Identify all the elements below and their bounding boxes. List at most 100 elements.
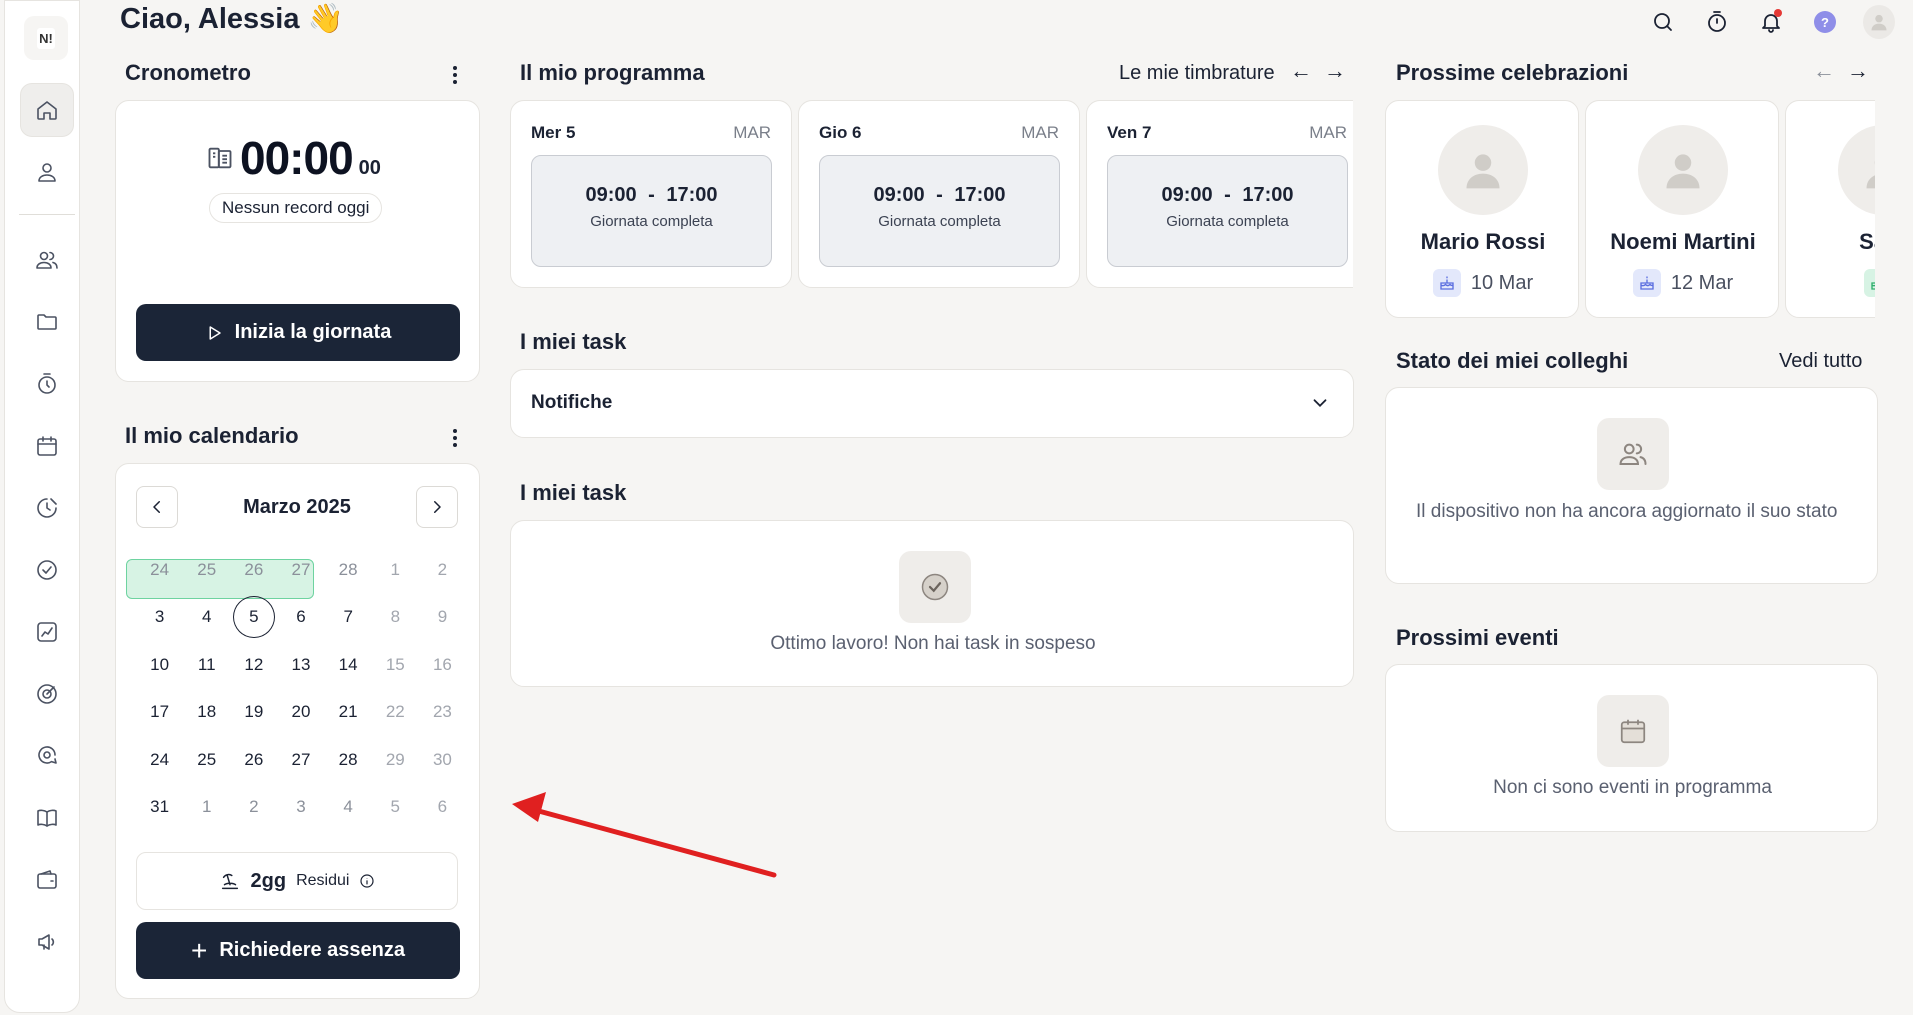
calendar-day[interactable]: 30 <box>419 750 466 770</box>
celebration-card[interactable]: Mario Rossi 10 Mar <box>1385 100 1579 318</box>
sidebar-item-documents[interactable] <box>20 295 74 349</box>
celebration-name: Mario Rossi <box>1420 229 1546 254</box>
calendar-day[interactable]: 19 <box>230 702 277 722</box>
calendar-day[interactable]: 9 <box>419 607 466 627</box>
schedule-day-month: MAR <box>1021 123 1059 142</box>
calendar-day[interactable]: 6 <box>419 797 466 817</box>
stopwatch-display: 00:00 00 <box>206 131 381 185</box>
calendar-day[interactable]: 21 <box>325 702 372 722</box>
page-title: Ciao, Alessia 👋 <box>120 3 344 35</box>
calendar-day[interactable]: 23 <box>419 702 466 722</box>
calendar-day[interactable]: 14 <box>325 655 372 675</box>
sidebar-item-feedback[interactable] <box>20 729 74 783</box>
notifications-dropdown-label: Notifiche <box>531 392 613 413</box>
sidebar-item-calendar[interactable] <box>20 419 74 473</box>
user-icon <box>1666 154 1700 189</box>
calendar-day[interactable]: 12 <box>230 655 277 675</box>
calendar-day[interactable]: 28 <box>325 750 372 770</box>
sidebar-item-reports[interactable] <box>20 481 74 535</box>
calendar-week-row: 24 25 26 27 28 29 30 <box>136 736 466 784</box>
calendar-menu-button[interactable] <box>443 424 467 452</box>
calendar-day[interactable]: 10 <box>136 655 183 675</box>
calendar-day[interactable]: 11 <box>183 655 230 675</box>
calendar-day[interactable]: 24 <box>136 750 183 770</box>
calendar-day[interactable]: 28 <box>325 560 372 580</box>
sidebar-item-analytics[interactable] <box>20 605 74 659</box>
calendar-day[interactable]: 1 <box>372 560 419 580</box>
notifications-dropdown[interactable]: Notifiche <box>510 369 1354 438</box>
calendar-day[interactable]: 4 <box>325 797 372 817</box>
see-all-link[interactable]: Vedi tutto <box>1779 350 1862 373</box>
sidebar-item-wallet[interactable] <box>20 853 74 907</box>
calendar-day[interactable]: 26 <box>230 560 277 580</box>
calendar-day[interactable]: 5 <box>372 797 419 817</box>
calendar-day[interactable]: 17 <box>136 702 183 722</box>
schedule-day-card[interactable]: Mer 5 MAR 09:00 - 17:00 Giornata completa <box>510 100 792 288</box>
megaphone-icon <box>38 934 55 950</box>
calendar-day[interactable]: 3 <box>277 797 324 817</box>
folder-icon <box>37 314 57 330</box>
calendar-day[interactable]: 6 <box>277 607 324 627</box>
app-logo[interactable]: N! <box>24 16 68 60</box>
calendar-day[interactable]: 3 <box>136 607 183 627</box>
calendar-day[interactable]: 22 <box>372 702 419 722</box>
calendar-day[interactable]: 13 <box>277 655 324 675</box>
request-absence-button[interactable]: + Richiedere assenza <box>136 922 460 979</box>
calendar-today[interactable]: 5 <box>233 596 275 639</box>
schedule-slot[interactable]: 09:00 - 17:00 Giornata completa <box>819 155 1060 267</box>
stopwatch-menu-button[interactable] <box>443 61 467 89</box>
info-icon[interactable] <box>359 873 375 889</box>
sidebar-item-goals[interactable] <box>20 667 74 721</box>
start-day-button[interactable]: Inizia la giornata <box>136 304 460 361</box>
calendar-day[interactable]: 2 <box>230 797 277 817</box>
calendar-day[interactable]: 16 <box>419 655 466 675</box>
sidebar-item-time[interactable] <box>20 357 74 411</box>
celebration-date-row: 12 Mar <box>1586 269 1778 297</box>
celebration-card[interactable]: Noemi Martini 12 Mar <box>1585 100 1779 318</box>
schedule-slot[interactable]: 09:00 - 17:00 Giornata completa <box>531 155 772 267</box>
sidebar-item-team[interactable] <box>20 233 74 287</box>
schedule-day-card[interactable]: Ven 7 MAR 09:00 - 17:00 Giornata completa <box>1086 100 1353 288</box>
calendar-day[interactable]: 7 <box>325 607 372 627</box>
calendar-day[interactable]: 25 <box>183 560 230 580</box>
schedule-day-card[interactable]: Gio 6 MAR 09:00 - 17:00 Giornata completa <box>798 100 1080 288</box>
calendar-week-row: 10 11 12 13 14 15 16 <box>136 641 466 689</box>
schedule-days: Mer 5 MAR 09:00 - 17:00 Giornata completa Gi… <box>510 0 1353 300</box>
avatar <box>1638 125 1728 215</box>
sidebar-item-learning[interactable] <box>20 791 74 845</box>
calendar-day[interactable]: 4 <box>183 607 230 627</box>
badge-icon <box>208 147 232 169</box>
celebration-card[interactable]: Sara <box>1785 100 1875 318</box>
events-empty-icon-wrap <box>1597 695 1669 767</box>
calendar-day[interactable]: 26 <box>230 750 277 770</box>
plus-icon: + <box>190 934 208 966</box>
calendar-week-row: 24 25 26 27 28 1 2 <box>136 546 466 594</box>
tasks-empty-text: Ottimo lavoro! Non hai task in sospeso <box>770 633 1096 654</box>
calendar-day[interactable]: 2 <box>419 560 466 580</box>
sidebar-item-home[interactable] <box>20 83 74 137</box>
calendar-day[interactable]: 25 <box>183 750 230 770</box>
calendar-day[interactable]: 24 <box>136 560 183 580</box>
calendar-day[interactable]: 8 <box>372 607 419 627</box>
user-icon <box>1866 160 1875 189</box>
calendar-day[interactable]: 15 <box>372 655 419 675</box>
calendar-week-row: 3456789 <box>136 594 466 642</box>
calendar-next-button[interactable] <box>416 486 458 528</box>
calendar-day[interactable]: 29 <box>372 750 419 770</box>
colleagues-empty-icon-wrap <box>1597 418 1669 490</box>
calendar-day[interactable]: 1 <box>183 797 230 817</box>
calendar-day[interactable]: 20 <box>277 702 324 722</box>
colleagues-title: Stato dei miei colleghi <box>1396 348 1629 373</box>
residual-days: 2gg Residui <box>136 852 458 910</box>
calendar-day[interactable]: 18 <box>183 702 230 722</box>
cake-icon <box>1632 269 1661 297</box>
sidebar: N! <box>4 0 80 1013</box>
calendar-day[interactable]: 27 <box>277 560 324 580</box>
calendar-day[interactable]: 31 <box>136 797 183 817</box>
sidebar-item-profile[interactable] <box>20 145 74 199</box>
sidebar-item-announcements[interactable] <box>20 915 74 969</box>
sidebar-item-tasks[interactable] <box>20 543 74 597</box>
calendar-day[interactable]: 27 <box>277 750 324 770</box>
schedule-slot[interactable]: 09:00 - 17:00 Giornata completa <box>1107 155 1348 267</box>
schedule-slot-type: Giornata completa <box>878 213 1001 230</box>
